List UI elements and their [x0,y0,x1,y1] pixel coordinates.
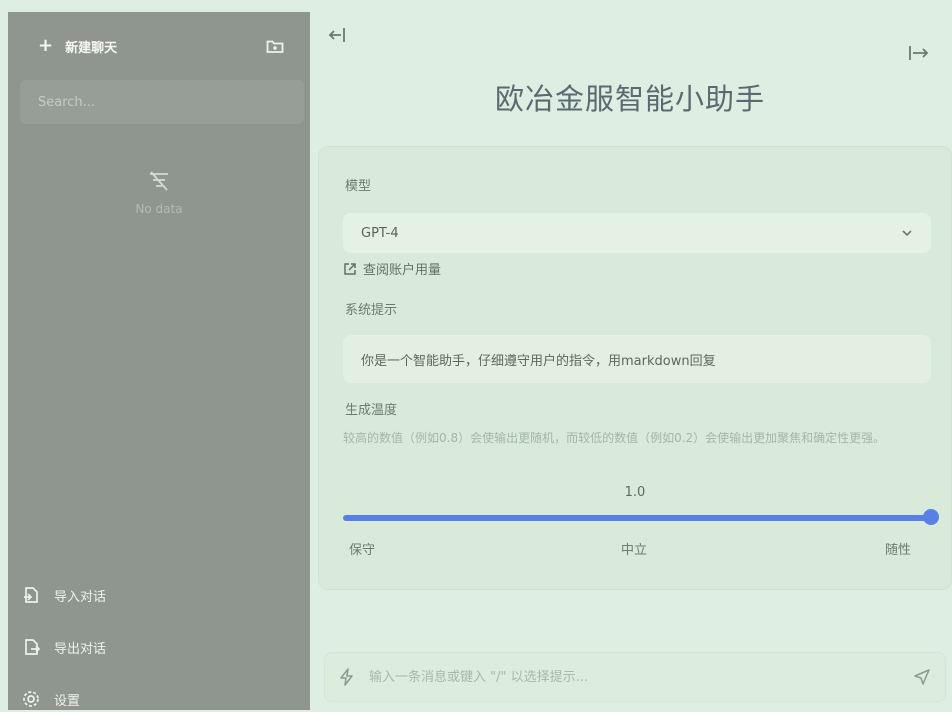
model-label: 模型 [345,179,372,194]
settings-label: 设置 [54,693,81,709]
settings-button[interactable]: 设置 [22,686,222,712]
temperature-help: 较高的数值（例如0.8）会使输出更随机，而较低的数值（例如0.2）会使输出更加聚… [343,431,886,445]
account-usage-label: 查阅账户用量 [363,263,442,278]
temperature-value: 1.0 [624,485,646,500]
send-icon[interactable] [913,668,931,686]
system-prompt-value: 你是一个智能助手，仔细遵守用户的指令，用markdown回复 [361,353,716,369]
page-title: 欧冶金服智能小助手 [494,82,765,116]
tick-conservative: 保守 [349,543,376,558]
new-chat-button[interactable]: + 新建聊天 [38,32,117,60]
expand-right-icon[interactable] [906,42,932,64]
import-label: 导入对话 [54,589,107,605]
search-input[interactable] [36,93,288,111]
slider-thumb[interactable] [923,509,939,525]
main-panel: 欧冶金服智能小助手 模型 GPT-4 查阅账户用量 系统提示 你是一个智能助手，… [310,0,952,710]
account-usage-link[interactable]: 查阅账户用量 [343,259,441,278]
tick-neutral: 中立 [621,543,648,558]
export-icon [25,639,40,655]
settings-card: 模型 GPT-4 查阅账户用量 系统提示 你是一个智能助手，仔细遵守用户的指令，… [318,146,952,590]
chevron-down-icon [902,230,912,237]
empty-text: No data [135,202,183,216]
empty-state: No data [8,170,310,216]
temperature-label: 生成温度 [345,403,398,418]
slider-track [343,515,931,521]
model-value: GPT-4 [361,225,399,241]
no-data-icon [150,171,168,191]
model-select[interactable]: GPT-4 [343,213,931,253]
import-icon [24,587,38,603]
export-label: 导出对话 [54,641,107,657]
folder-plus-icon[interactable] [266,38,284,54]
sidebar: + 新建聊天 No data 导入对话 导出对话 [8,12,310,710]
message-input-bar [324,652,946,702]
bolt-icon[interactable] [339,668,355,686]
message-input[interactable] [367,668,901,686]
tick-random: 随性 [885,543,912,558]
settings-icon [23,691,39,707]
collapse-left-icon[interactable] [326,24,348,46]
import-chat-button[interactable]: 导入对话 [22,582,222,608]
new-chat-label: 新建聊天 [65,40,118,56]
temperature-slider[interactable] [343,509,939,525]
plus-icon: + [38,35,54,56]
search-box[interactable] [20,80,304,124]
export-chat-button[interactable]: 导出对话 [22,634,222,660]
system-prompt-field[interactable]: 你是一个智能助手，仔细遵守用户的指令，用markdown回复 [343,335,931,383]
system-prompt-label: 系统提示 [345,303,398,318]
sidebar-header: + 新建聊天 [8,30,310,64]
external-link-icon [344,262,356,275]
